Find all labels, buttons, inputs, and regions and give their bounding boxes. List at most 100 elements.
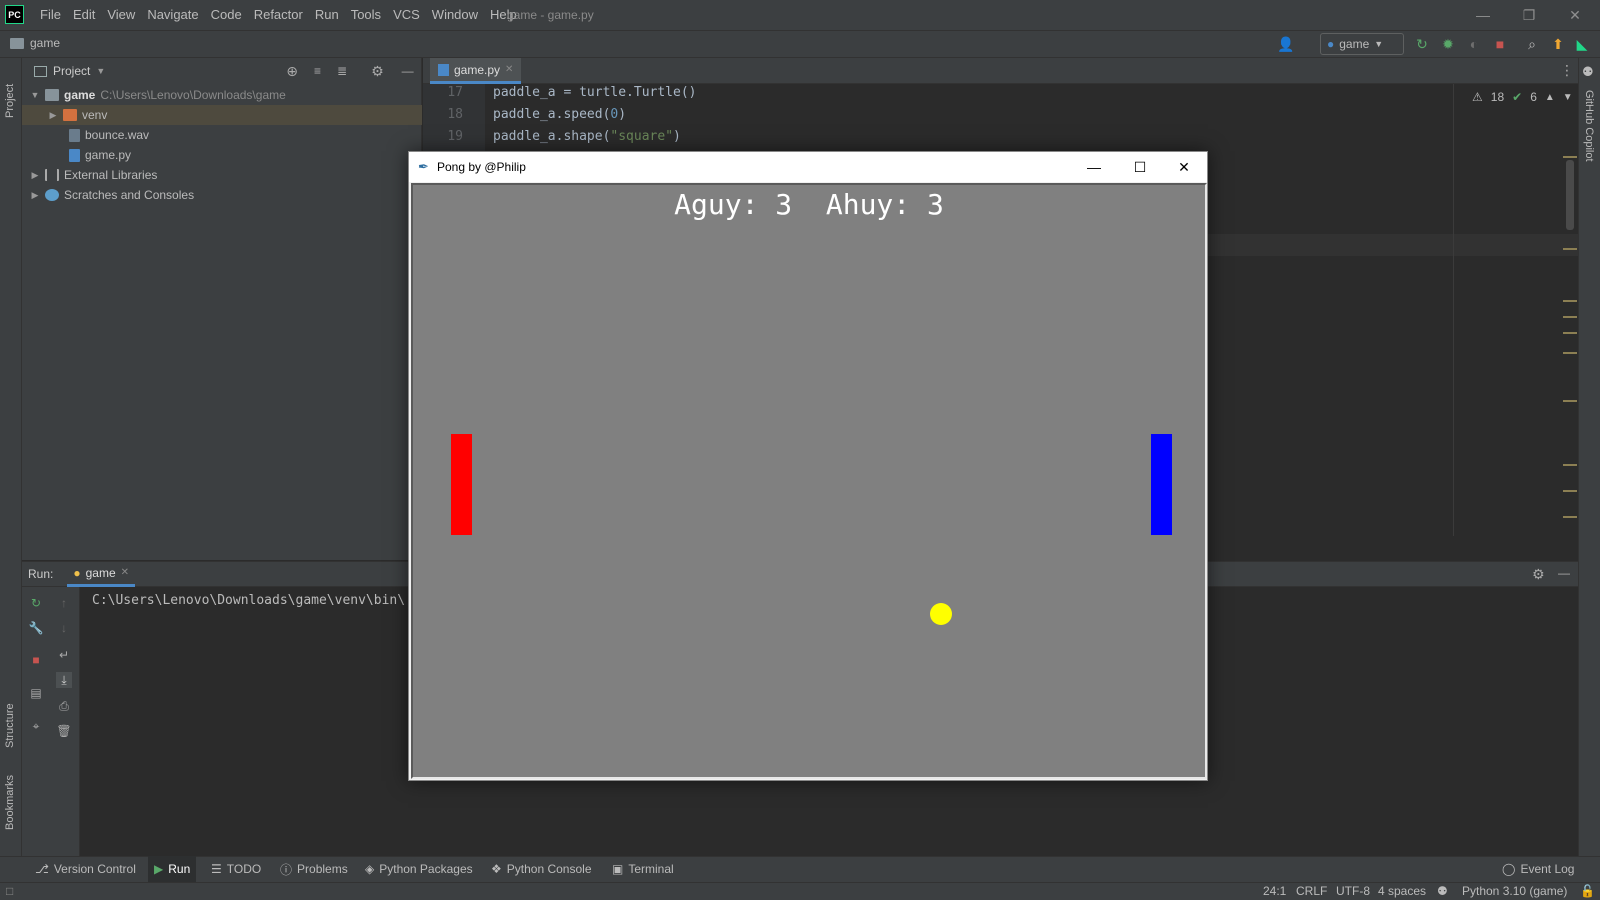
menu-view[interactable]: View	[101, 0, 141, 30]
game-canvas[interactable]	[411, 183, 1207, 779]
print-icon[interactable]: ⎙	[56, 698, 72, 714]
tool-tab-structure[interactable]: Structure	[4, 703, 16, 748]
chat-icon: ◯	[1502, 862, 1516, 876]
pong-close-button[interactable]: ✕	[1161, 152, 1207, 182]
chevron-down-icon[interactable]: ▼	[96, 66, 105, 76]
menu-vcs[interactable]: VCS	[387, 0, 426, 30]
menu-window[interactable]: Window	[426, 0, 484, 30]
inspection-widget[interactable]: ⚠ 18 ✔ 6 ▲ ▼	[1472, 90, 1573, 104]
debug-icon[interactable]: ✹	[1440, 36, 1456, 52]
minimize-button[interactable]: —	[1460, 0, 1506, 30]
chevron-down-icon[interactable]: ▼	[1563, 92, 1573, 103]
breadcrumb[interactable]: game	[10, 36, 60, 50]
tree-item-external-libraries[interactable]: ▶ External Libraries	[22, 165, 422, 185]
project-panel-title[interactable]: Project	[53, 64, 90, 78]
gear-icon[interactable]: ⚙	[371, 63, 384, 80]
layout-icon[interactable]: ▤	[28, 685, 44, 701]
line-separator[interactable]: CRLF	[1296, 882, 1327, 900]
paddle-right	[1151, 434, 1172, 535]
arrow-down-icon[interactable]: ↓	[56, 620, 72, 636]
tool-tab-version-control[interactable]: ⎇ Version Control	[29, 856, 142, 882]
file-encoding[interactable]: UTF-8	[1336, 882, 1370, 900]
lock-icon[interactable]: 🔓	[1580, 882, 1595, 900]
pin-icon[interactable]: ⌖	[28, 718, 44, 734]
scroll-to-end-icon[interactable]: ⤓	[56, 672, 72, 688]
copilot-status-icon[interactable]: ⚉	[1437, 882, 1448, 900]
tool-tab-python-packages[interactable]: ◈ Python Packages	[359, 856, 479, 882]
console-output: C:\Users\Lenovo\Downloads\game\venv\bin\	[92, 593, 406, 608]
arrow-up-icon[interactable]: ↑	[56, 595, 72, 611]
menu-refactor[interactable]: Refactor	[248, 0, 309, 30]
terminal-icon: ▣	[612, 862, 624, 876]
pycharm-logo-icon: PC	[5, 5, 24, 24]
run-panel-label: Run:	[28, 567, 54, 581]
pong-minimize-button[interactable]: —	[1071, 152, 1117, 182]
tree-item-scratches[interactable]: ▶ Scratches and Consoles	[22, 185, 422, 205]
more-icon[interactable]: ⋮	[1560, 62, 1574, 79]
soft-wrap-icon[interactable]: ↵	[56, 647, 72, 663]
line-number: 18	[447, 106, 463, 122]
chevron-up-icon[interactable]: ▲	[1545, 92, 1555, 103]
tool-tab-bookmarks[interactable]: Bookmarks	[4, 775, 16, 830]
tool-tab-run[interactable]: ▶ Run	[148, 856, 197, 882]
tab-label: Python Console	[506, 862, 592, 876]
tab-label: game.py	[454, 62, 501, 77]
wrench-icon[interactable]: 🔧	[28, 620, 44, 636]
pong-maximize-button[interactable]: ☐	[1117, 152, 1163, 182]
coverage-icon[interactable]: ◐	[1466, 36, 1482, 52]
code-line: 18 paddle_a.speed(0)	[423, 103, 1423, 125]
update-icon[interactable]: ⬆	[1550, 36, 1566, 52]
jetbrains-icon[interactable]: ◣	[1574, 36, 1590, 52]
gear-icon[interactable]: ⚙	[1532, 566, 1545, 583]
tree-item-bounce-wav[interactable]: bounce.wav	[22, 125, 422, 145]
search-icon[interactable]: ⌕	[1524, 36, 1540, 52]
hide-icon[interactable]: —	[402, 64, 414, 78]
menu-code[interactable]: Code	[205, 0, 248, 30]
menu-tools[interactable]: Tools	[345, 0, 387, 30]
restore-button[interactable]: ❐	[1506, 0, 1552, 30]
close-icon[interactable]: ✕	[121, 567, 129, 578]
menu-run[interactable]: Run	[309, 0, 345, 30]
python-interpreter[interactable]: Python 3.10 (game)	[1462, 882, 1567, 900]
caret-position[interactable]: 24:1	[1263, 882, 1286, 900]
indent-setting[interactable]: 4 spaces	[1378, 882, 1426, 900]
run-configuration-select[interactable]: ● game ▼	[1320, 33, 1404, 55]
close-button[interactable]: ✕	[1552, 0, 1598, 30]
collapse-all-icon[interactable]: ≣	[337, 64, 347, 78]
tool-tab-copilot[interactable]: GitHub Copilot	[1583, 90, 1595, 162]
scroll-marker	[1563, 316, 1577, 318]
tree-item-project-root[interactable]: ▼ game C:\Users\Lenovo\Downloads\game	[22, 85, 422, 105]
rerun-icon[interactable]: ↻	[1414, 36, 1430, 52]
trash-icon[interactable]: 🗑	[56, 723, 72, 739]
close-icon[interactable]: ✕	[505, 64, 513, 75]
hide-icon[interactable]: —	[1558, 566, 1570, 580]
tool-tab-problems[interactable]: ⓘ Problems	[274, 856, 354, 882]
tool-tab-event-log[interactable]: ◯ Event Log	[1496, 856, 1580, 882]
copilot-icon: ⚉	[1582, 64, 1594, 79]
editor-scrollbar[interactable]	[1566, 160, 1574, 230]
tool-tab-todo[interactable]: ☰ TODO	[205, 856, 267, 882]
expand-all-icon[interactable]: ≡	[314, 64, 321, 78]
stop-icon[interactable]: ■	[28, 652, 44, 668]
info-icon: ⓘ	[280, 862, 293, 877]
menu-navigate[interactable]: Navigate	[141, 0, 204, 30]
rerun-icon[interactable]: ↻	[28, 595, 44, 611]
locate-icon[interactable]: ⊕	[286, 63, 298, 80]
scroll-marker	[1563, 156, 1577, 158]
tool-tab-project[interactable]: Project	[4, 84, 16, 118]
project-panel-header: Project ▼ ⊕ ≡ ≣ ⚙ —	[22, 58, 422, 84]
feather-icon: ✒	[418, 159, 429, 174]
stop-icon[interactable]: ■	[1492, 36, 1508, 52]
code-text: paddle_a.speed(0)	[493, 106, 627, 122]
tool-tab-terminal[interactable]: ▣ Terminal	[606, 856, 680, 882]
menu-file[interactable]: File	[34, 0, 67, 30]
tree-item-venv[interactable]: ▶ venv	[22, 105, 422, 125]
menu-edit[interactable]: Edit	[67, 0, 101, 30]
tool-tab-python-console[interactable]: ❖ Python Console	[485, 856, 598, 882]
python-icon: ●	[73, 565, 81, 580]
tree-item-label: Scratches and Consoles	[64, 188, 195, 202]
user-icon[interactable]: 👤	[1277, 36, 1294, 52]
run-tab-game[interactable]: ● game ✕	[67, 561, 136, 587]
tree-item-game-py[interactable]: game.py	[22, 145, 422, 165]
layout-toggle-icon[interactable]: □	[6, 882, 13, 900]
